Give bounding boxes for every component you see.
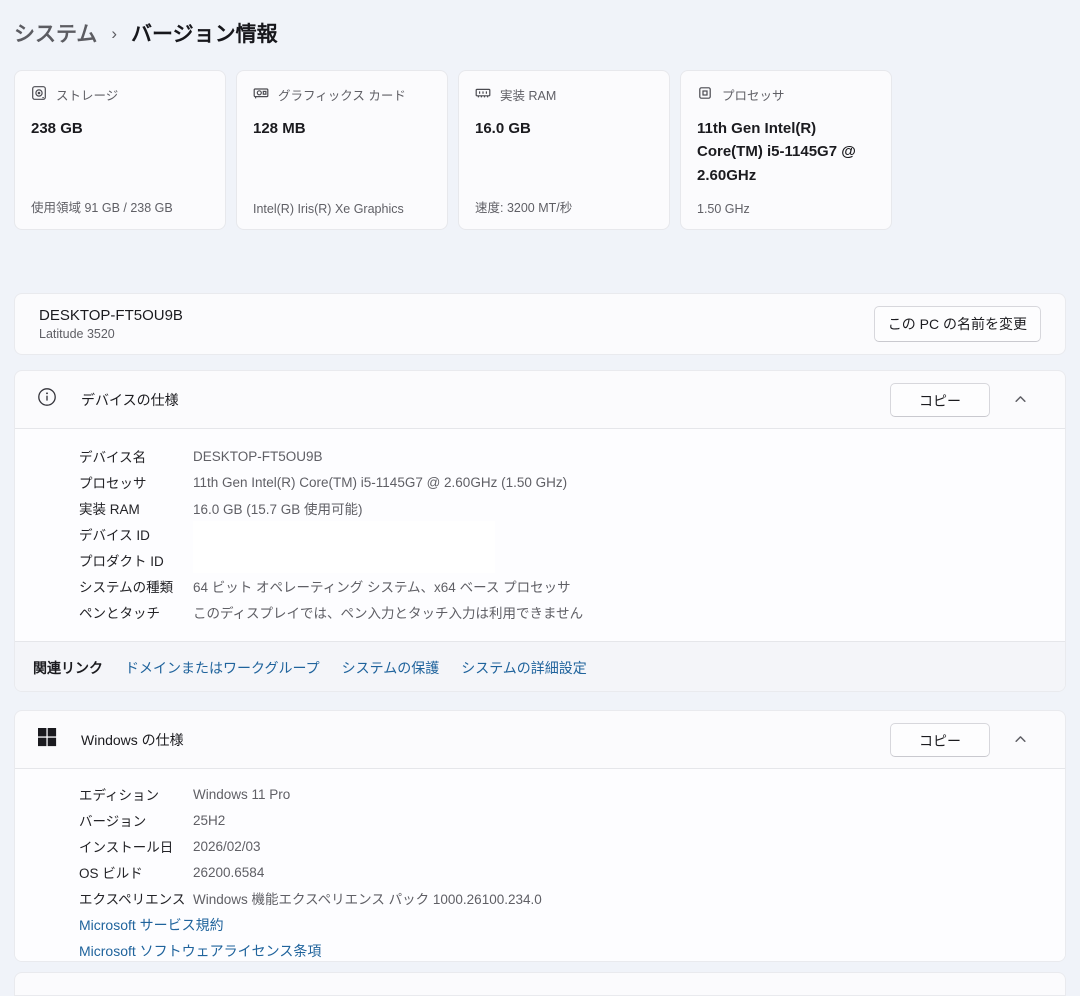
spec-row: インストール日 2026/02/03	[15, 833, 1065, 859]
chevron-up-icon[interactable]	[1010, 729, 1031, 750]
device-name-card: DESKTOP-FT5OU9B Latitude 3520 この PC の名前を…	[14, 293, 1066, 355]
spec-row: OS ビルド 26200.6584	[15, 859, 1065, 885]
storage-icon	[31, 85, 47, 104]
card-label: グラフィックス カード	[278, 89, 406, 103]
spec-row: システムの種類 64 ビット オペレーティング システム、x64 ベース プロセ…	[15, 573, 1065, 599]
section-title: Windows の仕様	[81, 731, 184, 748]
ram-card: 実装 RAM 16.0 GB 速度: 3200 MT/秒	[458, 70, 670, 230]
processor-icon	[697, 85, 713, 104]
section-title: デバイスの仕様	[81, 391, 179, 408]
spec-label: ペンとタッチ	[79, 606, 160, 621]
next-section-card-edge	[14, 972, 1066, 996]
device-model: Latitude 3520	[39, 327, 115, 341]
card-detail: 1.50 GHz	[697, 202, 750, 216]
breadcrumb: システム › バージョン情報	[14, 18, 278, 48]
spec-row: ペンとタッチ このディスプレイでは、ペン入力とタッチ入力は利用できません	[15, 599, 1065, 625]
device-specs-body: デバイス名 DESKTOP-FT5OU9B プロセッサ 11th Gen Int…	[15, 429, 1065, 641]
related-links-row: 関連リンク ドメインまたはワークグループ システムの保護 システムの詳細設定	[15, 641, 1065, 691]
spec-row: プロセッサ 11th Gen Intel(R) Core(TM) i5-1145…	[15, 469, 1065, 495]
spec-value: 25H2	[193, 812, 226, 828]
card-value: 238 GB	[31, 120, 83, 137]
redacted-product-id	[193, 547, 495, 573]
spec-row: エディション Windows 11 Pro	[15, 781, 1065, 807]
device-specs-header[interactable]: デバイスの仕様 コピー	[15, 371, 1065, 428]
ram-icon	[475, 85, 491, 104]
storage-card: ストレージ 238 GB 使用領域 91 GB / 238 GB	[14, 70, 226, 230]
card-value: 16.0 GB	[475, 120, 531, 137]
spec-value: Windows 機能エクスペリエンス パック 1000.26100.234.0	[193, 892, 542, 907]
graphics-card: グラフィックス カード 128 MB Intel(R) Iris(R) Xe G…	[236, 70, 448, 230]
windows-specs-body: エディション Windows 11 Pro バージョン 25H2 インストール日…	[15, 769, 1065, 961]
windows-specs-header[interactable]: Windows の仕様 コピー	[15, 711, 1065, 768]
card-detail: Intel(R) Iris(R) Xe Graphics	[253, 202, 404, 216]
device-name: DESKTOP-FT5OU9B	[39, 307, 183, 324]
card-value: 128 MB	[253, 120, 306, 137]
spec-value: 16.0 GB (15.7 GB 使用可能)	[193, 502, 363, 517]
card-label: プロセッサ	[722, 89, 785, 103]
card-detail: 使用領域 91 GB / 238 GB	[31, 201, 173, 215]
link-system-protection[interactable]: システムの保護	[342, 658, 440, 678]
copy-device-specs-button[interactable]: コピー	[890, 382, 990, 417]
processor-card: プロセッサ 11th Gen Intel(R) Core(TM) i5-1145…	[680, 70, 892, 230]
card-label: ストレージ	[56, 89, 119, 103]
spec-row: バージョン 25H2	[15, 807, 1065, 833]
page-title: バージョン情報	[131, 23, 278, 46]
related-links-label: 関連リンク	[33, 659, 103, 676]
spec-value: Windows 11 Pro	[193, 786, 291, 802]
spec-label: OS ビルド	[79, 866, 143, 881]
spec-value: DESKTOP-FT5OU9B	[193, 448, 323, 464]
redacted-device-id	[193, 521, 495, 547]
spec-row: プロダクト ID	[15, 547, 1065, 573]
spec-label: エディション	[79, 788, 160, 803]
spec-row: デバイス ID	[15, 521, 1065, 547]
spec-value: 11th Gen Intel(R) Core(TM) i5-1145G7 @ 2…	[193, 474, 568, 490]
spec-label: インストール日	[79, 840, 174, 855]
spec-label: 実装 RAM	[79, 502, 140, 517]
breadcrumb-separator-icon: ›	[111, 24, 118, 43]
spec-row: デバイス名 DESKTOP-FT5OU9B	[15, 443, 1065, 469]
spec-label: デバイス名	[79, 450, 147, 465]
spec-label: デバイス ID	[79, 528, 150, 543]
spec-row: エクスペリエンス Windows 機能エクスペリエンス パック 1000.261…	[15, 885, 1065, 911]
spec-row: 実装 RAM 16.0 GB (15.7 GB 使用可能)	[15, 495, 1065, 521]
copy-windows-specs-button[interactable]: コピー	[890, 722, 990, 757]
summary-cards-row: ストレージ 238 GB 使用領域 91 GB / 238 GB グラフィックス…	[14, 70, 892, 230]
card-label: 実装 RAM	[500, 89, 557, 103]
spec-value: 2026/02/03	[193, 838, 261, 854]
link-advanced-system-settings[interactable]: システムの詳細設定	[461, 658, 587, 678]
device-specs-section: デバイスの仕様 コピー デバイス名 DESKTOP-FT5OU9B プロセッサ …	[14, 370, 1066, 692]
spec-value: 64 ビット オペレーティング システム、x64 ベース プロセッサ	[193, 580, 571, 595]
spec-label: プロダクト ID	[79, 554, 164, 569]
link-microsoft-software-license-terms[interactable]: Microsoft ソフトウェアライセンス条項	[79, 941, 1065, 961]
spec-label: バージョン	[79, 814, 147, 829]
graphics-card-icon	[253, 85, 269, 104]
windows-logo-icon	[37, 727, 57, 752]
card-detail: 速度: 3200 MT/秒	[475, 201, 573, 215]
spec-value: 26200.6584	[193, 864, 265, 880]
chevron-up-icon[interactable]	[1010, 389, 1031, 410]
windows-specs-section: Windows の仕様 コピー エディション Windows 11 Pro バー…	[14, 710, 1066, 962]
link-domain-or-workgroup[interactable]: ドメインまたはワークグループ	[125, 658, 320, 678]
spec-label: システムの種類	[79, 580, 174, 595]
rename-pc-button[interactable]: この PC の名前を変更	[873, 306, 1041, 342]
spec-value: このディスプレイでは、ペン入力とタッチ入力は利用できません	[193, 606, 584, 621]
spec-label: プロセッサ	[79, 476, 147, 491]
info-icon	[37, 387, 57, 412]
card-value: 11th Gen Intel(R) Core(TM) i5-1145G7 @ 2…	[697, 120, 856, 184]
breadcrumb-system[interactable]: システム	[14, 18, 97, 48]
link-microsoft-services-agreement[interactable]: Microsoft サービス規約	[79, 915, 1065, 935]
spec-label: エクスペリエンス	[79, 892, 186, 907]
